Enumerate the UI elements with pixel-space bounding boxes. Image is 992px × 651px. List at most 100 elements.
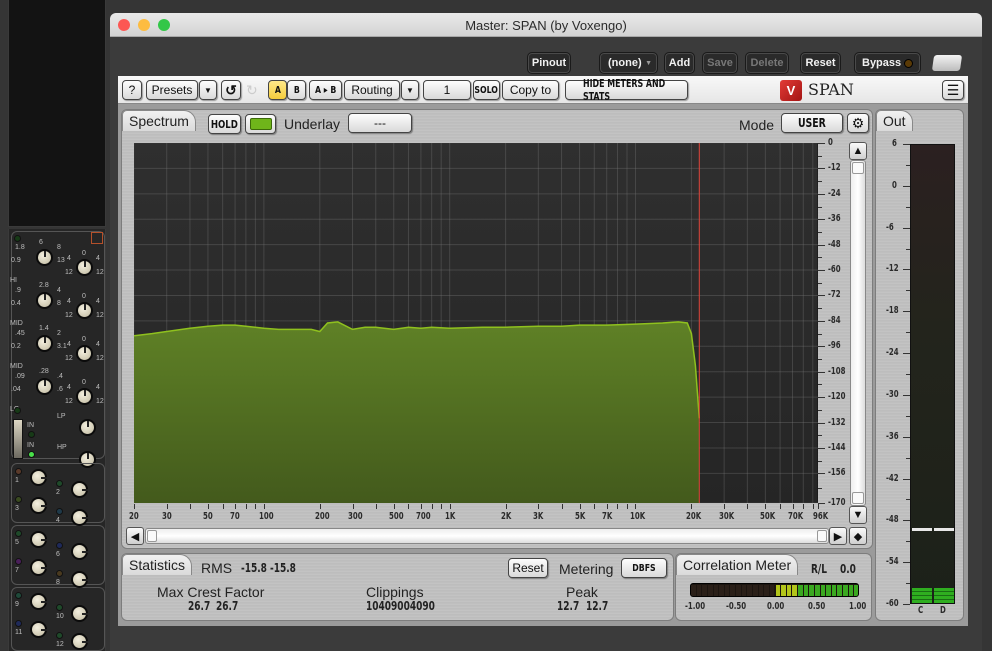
hide-meters-button[interactable]: HIDE METERS AND STATS <box>565 77 688 103</box>
help-button[interactable]: ? <box>122 80 142 100</box>
horizontal-scroll-thumb-right[interactable] <box>817 530 827 542</box>
metering-select[interactable]: DBFS <box>621 558 667 578</box>
keyboard-icon[interactable] <box>931 55 963 71</box>
pinout-button[interactable]: Pinout <box>527 52 571 74</box>
send-knob[interactable] <box>71 571 88 588</box>
scroll-up-button[interactable]: ▲ <box>849 142 867 160</box>
peak-label: Peak <box>566 584 598 600</box>
horizontal-scrollbar[interactable] <box>145 528 829 544</box>
spectrum-graph[interactable] <box>134 143 818 503</box>
copy-a-to-b-button[interactable]: A ▸ B <box>309 80 342 100</box>
preset-select-value: (none) <box>608 57 642 69</box>
send-led[interactable] <box>56 508 63 515</box>
eq-frequency-knob[interactable] <box>36 378 53 395</box>
scroll-down-button[interactable]: ▼ <box>849 506 867 524</box>
tab-spectrum[interactable]: Spectrum <box>122 110 196 131</box>
mode-select[interactable]: USER <box>781 113 843 133</box>
eq-frequency-knob[interactable] <box>36 292 53 309</box>
eq-gain-knob[interactable] <box>76 388 93 405</box>
tab-correlation-meter[interactable]: Correlation Meter <box>676 554 799 575</box>
send-knob[interactable] <box>30 559 47 576</box>
presets-button[interactable]: Presets <box>146 80 198 100</box>
send-knob[interactable] <box>30 531 47 548</box>
send-knob[interactable] <box>30 593 47 610</box>
lowpass-knob[interactable] <box>79 419 96 436</box>
eq-freq-scale-label: .6 <box>57 386 63 393</box>
triangle-left-icon: ◀ <box>130 530 140 543</box>
send-led[interactable] <box>15 558 22 565</box>
eq-frequency-knob[interactable] <box>36 335 53 352</box>
zoom-reset-button[interactable]: ◆ <box>849 527 867 545</box>
send-led[interactable] <box>15 468 22 475</box>
vertical-scroll-thumb-bottom[interactable] <box>852 492 864 504</box>
y-tick-mark <box>818 168 825 170</box>
send-led[interactable] <box>15 530 22 537</box>
send-knob[interactable] <box>30 469 47 486</box>
send-led[interactable] <box>56 542 63 549</box>
settings-button[interactable]: ⚙ <box>847 113 869 133</box>
send-led[interactable] <box>56 480 63 487</box>
channel-group-selector[interactable]: 1 <box>423 80 471 100</box>
eq-gain-scale-label: 4 <box>67 341 71 348</box>
lp-enable-led[interactable] <box>28 431 35 438</box>
hold-button[interactable]: HOLD <box>208 114 241 134</box>
copy-to-button[interactable]: Copy to <box>502 80 559 100</box>
send-led[interactable] <box>15 496 22 503</box>
horizontal-scroll-thumb-left[interactable] <box>147 530 157 542</box>
routing-button[interactable]: Routing <box>344 80 400 100</box>
routing-dropdown-button[interactable]: ▼ <box>401 80 419 100</box>
correlation-segment <box>719 585 724 596</box>
preset-a-button[interactable]: A <box>268 80 287 100</box>
preset-b-button[interactable]: B <box>287 80 306 100</box>
hp-enable-led[interactable] <box>28 451 35 458</box>
tab-out[interactable]: Out <box>876 110 913 131</box>
undo-button[interactable]: ↺ <box>221 80 241 100</box>
y-tick-mark <box>818 320 825 322</box>
send-knob[interactable] <box>71 633 88 650</box>
redo-icon[interactable]: ↻ <box>246 82 258 99</box>
send-led[interactable] <box>56 604 63 611</box>
tab-statistics[interactable]: Statistics <box>122 554 193 575</box>
filter-mode-switch[interactable] <box>13 419 23 459</box>
solo-button[interactable]: SOLO <box>473 80 500 100</box>
show-spectrum-toggle[interactable] <box>245 114 276 134</box>
chevron-down-icon: ▼ <box>406 85 414 95</box>
eq-gain-knob[interactable] <box>76 302 93 319</box>
frequency-axis: 20 30 50 70 100 200 300 500 700 1K 2K 3K 5K 7K 10K 20K 3… <box>129 504 828 528</box>
underlay-select[interactable]: --- <box>348 113 412 133</box>
scroll-right-button[interactable]: ▶ <box>829 527 847 545</box>
reset-button[interactable]: Reset <box>800 52 841 74</box>
send-knob[interactable] <box>71 481 88 498</box>
save-button[interactable]: Save <box>702 52 738 74</box>
send-led[interactable] <box>56 632 63 639</box>
add-button[interactable]: Add <box>664 52 695 74</box>
send-led[interactable] <box>15 620 22 627</box>
send-led[interactable] <box>15 592 22 599</box>
filter-enable-led[interactable] <box>14 407 21 414</box>
main-menu-button[interactable]: ☰ <box>942 80 964 100</box>
eq-gain-knob[interactable] <box>76 259 93 276</box>
eq-enable-led[interactable] <box>14 235 21 242</box>
vertical-scrollbar[interactable] <box>850 160 866 506</box>
out-scale-tick <box>903 520 910 522</box>
delete-button[interactable]: Delete <box>745 52 789 74</box>
scroll-left-button[interactable]: ◀ <box>126 527 144 545</box>
send-knob[interactable] <box>30 621 47 638</box>
preset-select[interactable]: (none) ▼ <box>599 52 658 74</box>
bypass-button[interactable]: Bypass <box>854 52 921 74</box>
voxengo-logo-icon: V <box>780 80 802 101</box>
send-knob[interactable] <box>71 605 88 622</box>
eq-gain-knob[interactable] <box>76 345 93 362</box>
eq-gain-scale-label: 4 <box>67 384 71 391</box>
vertical-scroll-thumb-top[interactable] <box>852 162 864 174</box>
triangle-right-icon: ▶ <box>833 530 843 543</box>
x-tick-mark <box>617 504 619 509</box>
send-knob[interactable] <box>71 543 88 560</box>
send-led[interactable] <box>56 570 63 577</box>
presets-dropdown-button[interactable]: ▼ <box>199 80 217 100</box>
eq-frequency-knob[interactable] <box>36 249 53 266</box>
eq-display-icon[interactable] <box>91 232 103 244</box>
send-knob[interactable] <box>30 497 47 514</box>
stats-reset-button[interactable]: Reset <box>508 558 548 578</box>
send-knob[interactable] <box>71 509 88 526</box>
